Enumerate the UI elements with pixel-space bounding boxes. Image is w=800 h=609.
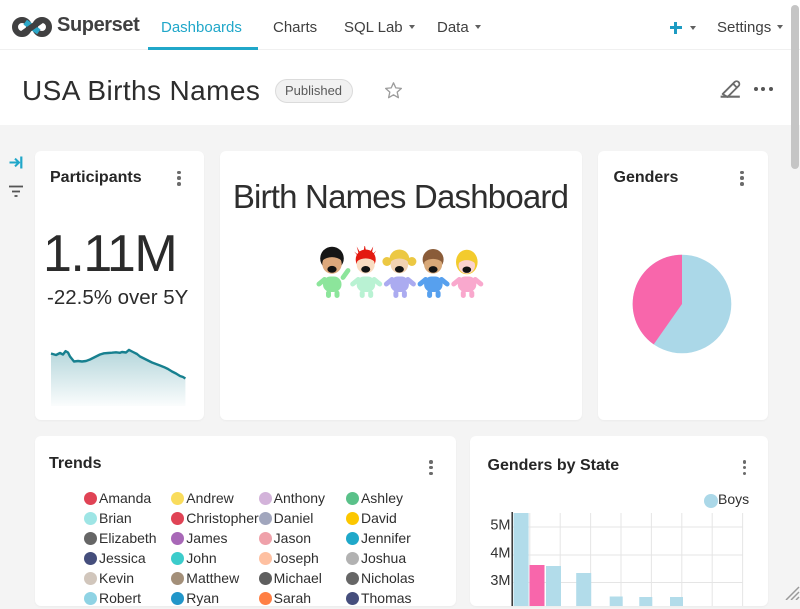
svg-text:4M: 4M — [490, 546, 510, 562]
svg-text:3M: 3M — [490, 573, 510, 589]
svg-text:5M: 5M — [490, 518, 510, 534]
